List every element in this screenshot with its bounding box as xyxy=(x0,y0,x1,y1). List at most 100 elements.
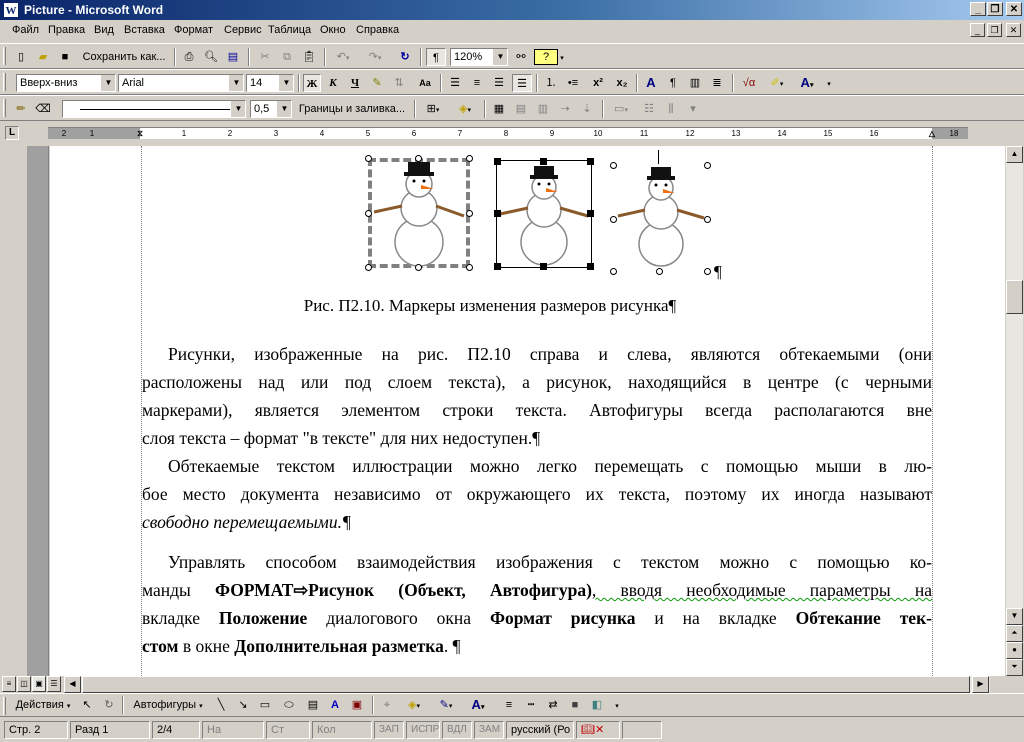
arrow-style-icon[interactable]: ⇄ xyxy=(544,696,562,714)
actions-menu-button[interactable]: Действия ▾ xyxy=(12,696,74,714)
drawing-font-color-icon[interactable]: A▾ xyxy=(464,696,492,714)
tab-selector-button[interactable]: L xyxy=(5,126,19,140)
resize-handle[interactable] xyxy=(610,216,617,223)
find-binoculars-icon[interactable]: ⚯ xyxy=(512,48,530,66)
distribute-columns-icon[interactable]: ⫼ xyxy=(662,100,680,118)
resize-handle[interactable] xyxy=(466,264,473,271)
web-view-icon[interactable]: ◫ xyxy=(17,676,31,692)
align-left-icon[interactable]: ☰ xyxy=(446,74,464,92)
right-indent-marker[interactable]: △ xyxy=(926,128,938,139)
document-page[interactable]: ¶ Рис. П2.10. Маркеры изменения размеров… xyxy=(50,146,1005,676)
vertical-scrollbar[interactable]: ▲ ▼ ⏶ ● ⏷ xyxy=(1006,146,1023,676)
open-folder-icon[interactable]: ▰ xyxy=(34,48,52,66)
toolbar-grip[interactable] xyxy=(3,47,6,65)
save-icon[interactable]: ■ xyxy=(56,48,74,66)
eraser-icon[interactable]: ⌫ xyxy=(34,100,52,118)
minimize-button[interactable]: _ xyxy=(970,2,986,16)
text-box-icon[interactable]: ▤ xyxy=(304,696,322,714)
doc-minimize-button[interactable]: _ xyxy=(970,23,985,37)
menu-help[interactable]: Справка xyxy=(356,24,399,36)
resize-handle[interactable] xyxy=(415,264,422,271)
browse-object-icon[interactable]: ● xyxy=(1006,642,1023,659)
distribute-rows-icon[interactable]: ☷ xyxy=(640,100,658,118)
underline-button[interactable]: Ч xyxy=(346,74,364,92)
first-line-indent-marker[interactable]: ⧖ xyxy=(134,128,146,139)
align-right-icon[interactable]: ☰ xyxy=(490,74,508,92)
justify-icon[interactable]: ☰ xyxy=(512,74,532,92)
spelling-status-icon[interactable]: 📖︎✕ xyxy=(576,721,620,739)
line-style-icon[interactable]: ≡ xyxy=(500,696,518,714)
doc-restore-button[interactable]: ❐ xyxy=(987,23,1002,37)
autoshapes-menu-button[interactable]: Автофигуры ▾ xyxy=(128,696,208,714)
snowman-picture-right[interactable] xyxy=(608,148,714,275)
change-case-icon[interactable]: Aa xyxy=(412,74,438,92)
cut-icon[interactable]: ✂ xyxy=(256,48,274,66)
resize-handle[interactable] xyxy=(494,263,501,270)
resize-handle[interactable] xyxy=(466,155,473,162)
resize-handle[interactable] xyxy=(610,162,617,169)
toolbar-grip[interactable] xyxy=(3,73,6,91)
resize-handle[interactable] xyxy=(466,210,473,217)
resize-handle[interactable] xyxy=(610,268,617,275)
merge-cells-icon[interactable]: ▤ xyxy=(512,100,530,118)
previous-page-icon[interactable]: ⏶ xyxy=(1006,625,1023,642)
normal-view-icon[interactable]: ≡ xyxy=(2,676,16,692)
split-cells-icon[interactable]: ▥ xyxy=(534,100,552,118)
numbering-icon[interactable]: ⒈ xyxy=(542,74,560,92)
scroll-thumb[interactable] xyxy=(1006,280,1023,314)
print-icon[interactable]: ⎙ xyxy=(180,48,198,66)
snowman-picture-left[interactable] xyxy=(364,154,474,272)
insert-table-icon[interactable]: ▦ xyxy=(490,100,508,118)
next-page-icon[interactable]: ⏷ xyxy=(1006,659,1023,676)
equation-icon[interactable]: √α xyxy=(738,74,760,92)
line-style-combo[interactable]: ▼ xyxy=(62,100,246,118)
toolbar-grip[interactable] xyxy=(3,697,6,715)
resize-handle[interactable] xyxy=(587,263,594,270)
toolbar-options-icon[interactable]: ▾ xyxy=(612,696,622,714)
diagram-icon[interactable]: ⌖ xyxy=(378,696,396,714)
text-direction-icon[interactable]: ⇅ xyxy=(390,74,408,92)
scroll-down-icon[interactable]: ▼ xyxy=(1006,608,1023,625)
clip-art-icon[interactable]: ▣ xyxy=(348,696,366,714)
vertical-ruler[interactable] xyxy=(27,146,49,676)
menu-view[interactable]: Вид xyxy=(94,24,114,36)
snowman-picture-center[interactable] xyxy=(494,158,594,270)
borders-shading-button[interactable]: Границы и заливка... xyxy=(294,100,410,118)
line-icon[interactable]: ╲ xyxy=(212,696,230,714)
doc-close-button[interactable]: ✕ xyxy=(1006,23,1021,37)
resize-handle[interactable] xyxy=(540,263,547,270)
scroll-up-icon[interactable]: ▲ xyxy=(1006,146,1023,163)
print-layout-view-icon[interactable]: ▣ xyxy=(32,676,46,692)
help-icon[interactable]: ? xyxy=(534,49,558,65)
resize-handle[interactable] xyxy=(365,210,372,217)
word-app-icon[interactable]: W xyxy=(3,2,19,18)
resize-handle[interactable] xyxy=(656,268,663,275)
font-color-icon[interactable]: A▾ xyxy=(794,74,820,92)
line-color-icon[interactable]: ✎▾ xyxy=(432,696,460,714)
scroll-left-icon[interactable]: ◀ xyxy=(64,676,81,693)
toolbar-options-icon[interactable]: ▾ xyxy=(558,48,566,66)
italic-button[interactable]: К xyxy=(324,74,342,92)
fill-color-icon[interactable]: ◈▾ xyxy=(400,696,428,714)
resize-handle[interactable] xyxy=(365,155,372,162)
ruler-strip[interactable]: 2 1 ⧖ 1 2 3 4 5 6 7 8 9 10 11 12 13 14 1… xyxy=(48,127,968,139)
columns-icon[interactable]: ▥ xyxy=(686,74,704,92)
shading-color-icon[interactable]: ◈▾ xyxy=(452,100,478,118)
resize-handle[interactable] xyxy=(587,210,594,217)
new-document-icon[interactable]: ▯ xyxy=(12,48,30,66)
border-icon[interactable]: ⊞▾ xyxy=(420,100,446,118)
resize-handle[interactable] xyxy=(365,264,372,271)
status-overtype[interactable]: ЗАМ xyxy=(474,721,504,739)
resize-handle[interactable] xyxy=(704,216,711,223)
format-painter-icon[interactable]: ✎ xyxy=(368,74,386,92)
font-combo[interactable]: Arial ▼ xyxy=(118,74,244,92)
toolbar-grip[interactable] xyxy=(3,99,6,117)
menu-tools[interactable]: Сервис xyxy=(224,24,262,36)
restore-button[interactable]: ❐ xyxy=(987,2,1003,16)
align-center-icon[interactable]: ≡ xyxy=(468,74,486,92)
toolbar-options-icon[interactable]: ▾ xyxy=(824,74,834,92)
horizontal-scrollbar[interactable]: ◀ ▶ xyxy=(64,676,990,693)
resize-handle[interactable] xyxy=(587,158,594,165)
list-icon[interactable]: ≣ xyxy=(708,74,726,92)
show-formatting-icon[interactable]: ¶ xyxy=(426,48,446,66)
